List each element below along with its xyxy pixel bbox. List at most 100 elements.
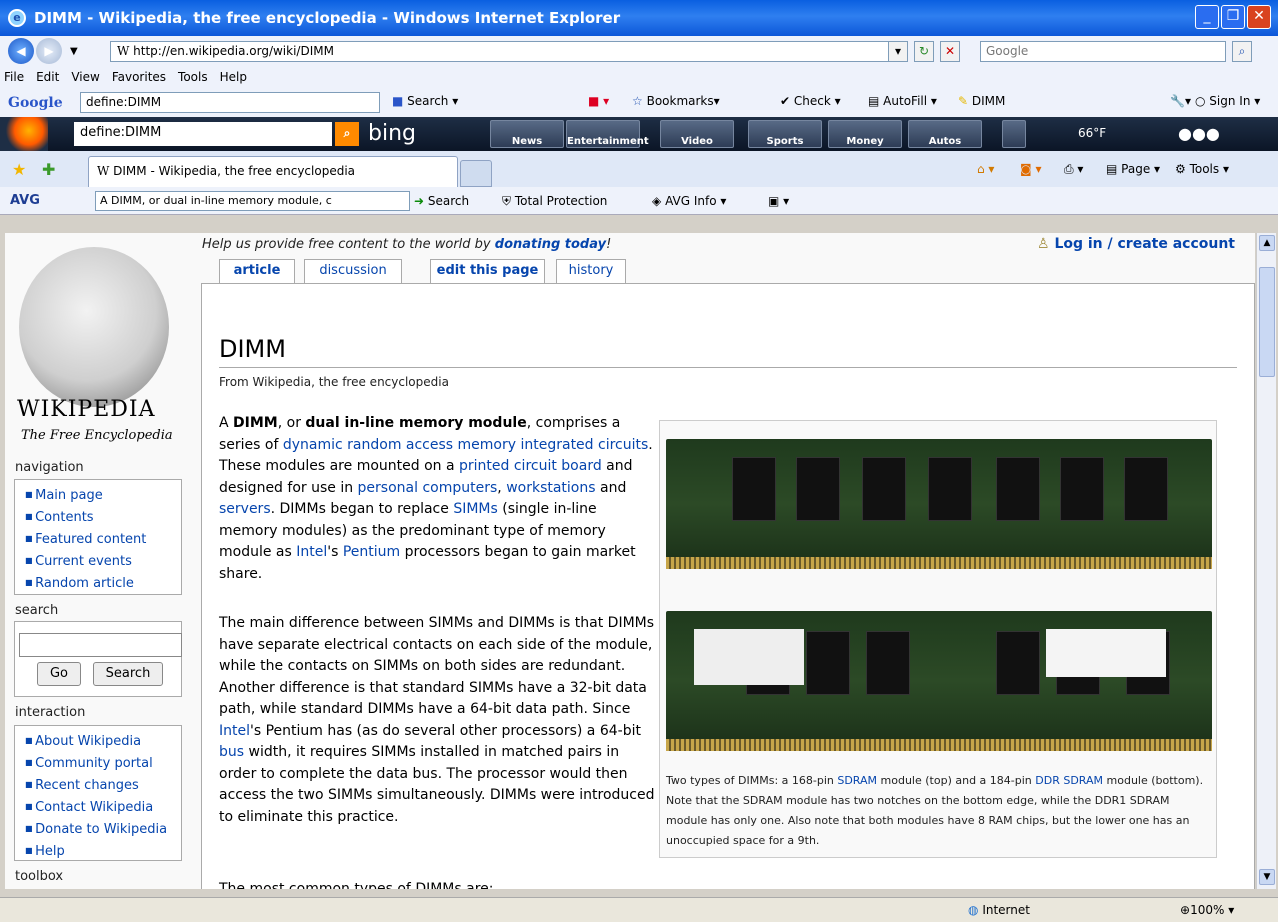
- close-button[interactable]: ✕: [1247, 5, 1271, 29]
- google-popup-icon[interactable]: ■ ▾: [588, 94, 609, 108]
- dimm-highlight-button[interactable]: ✎ DIMM: [958, 94, 1005, 108]
- refresh-icon[interactable]: ↻: [914, 41, 934, 62]
- article-inner: DIMM From Wikipedia, the free encycloped…: [201, 283, 1255, 889]
- google-logo: Google: [8, 94, 63, 111]
- google-search-input[interactable]: define:DIMM: [80, 92, 380, 113]
- menu-view[interactable]: View: [71, 70, 99, 84]
- bing-tab-video[interactable]: Video: [660, 120, 734, 148]
- maximize-button[interactable]: ❐: [1221, 5, 1245, 29]
- tab-active[interactable]: W DIMM - Wikipedia, the free encyclopedi…: [88, 156, 458, 187]
- link-sdram[interactable]: SDRAM: [837, 774, 877, 787]
- link-servers[interactable]: servers: [219, 501, 271, 517]
- bing-search-input[interactable]: define:DIMM: [74, 122, 332, 146]
- tab-article[interactable]: article: [219, 259, 295, 283]
- bing-more-icon[interactable]: [1002, 120, 1026, 148]
- nav-current-events[interactable]: Current events: [25, 550, 177, 572]
- nav-featured-content[interactable]: Featured content: [25, 528, 177, 550]
- search-box[interactable]: Google: [980, 41, 1226, 62]
- new-tab-button[interactable]: [460, 160, 492, 187]
- wikipedia-globe-logo[interactable]: [19, 247, 169, 407]
- back-button[interactable]: ◀: [8, 38, 34, 64]
- feeds-icon[interactable]: ◙ ▾: [1020, 162, 1041, 176]
- print-icon[interactable]: ⎙ ▾: [1064, 162, 1083, 177]
- total-protection-label: Total Protection: [514, 194, 608, 208]
- link-personal-computers[interactable]: personal computers: [358, 480, 498, 496]
- zone-indicator[interactable]: ◍ Internet: [968, 903, 1030, 917]
- search-button[interactable]: Search: [93, 662, 163, 686]
- scroll-up-icon[interactable]: ▲: [1259, 235, 1275, 251]
- tab-edit[interactable]: edit this page: [430, 259, 545, 283]
- recent-changes-link[interactable]: Recent changes: [25, 774, 177, 796]
- avg-search-button[interactable]: ➜ Search: [414, 194, 469, 208]
- minimize-button[interactable]: _: [1195, 5, 1219, 29]
- avg-info-button[interactable]: ◈ AVG Info ▾: [652, 194, 726, 208]
- vertical-scrollbar[interactable]: ▲ ▼: [1256, 233, 1276, 889]
- bing-search-button[interactable]: ⌕: [335, 122, 359, 146]
- about-wikipedia-link[interactable]: About Wikipedia: [25, 730, 177, 752]
- link-bus[interactable]: bus: [219, 744, 244, 760]
- nav-random-article[interactable]: Random article: [25, 572, 177, 594]
- bing-action-icons[interactable]: ●●●: [1178, 124, 1220, 143]
- link-simms[interactable]: SIMMs: [453, 501, 497, 517]
- address-input[interactable]: W http://en.wikipedia.org/wiki/DIMM: [110, 41, 900, 62]
- address-dropdown-icon[interactable]: ▾: [888, 41, 908, 62]
- wrench-icon[interactable]: 🔧▾: [1170, 94, 1191, 108]
- link-dram[interactable]: dynamic random access memory integrated …: [283, 437, 648, 453]
- avg-extra-icon[interactable]: ▣ ▾: [768, 194, 789, 208]
- tools-menu[interactable]: ⚙ Tools ▾: [1175, 162, 1229, 176]
- highlighter-icon: ✎: [958, 94, 969, 108]
- search-icon[interactable]: ⌕: [1232, 41, 1252, 62]
- ddr-module-image[interactable]: [666, 611, 1212, 751]
- community-portal-link[interactable]: Community portal: [25, 752, 177, 774]
- bing-tab-money[interactable]: Money: [828, 120, 902, 148]
- menu-favorites[interactable]: Favorites: [112, 70, 166, 84]
- menu-edit[interactable]: Edit: [36, 70, 59, 84]
- nav-main-page[interactable]: Main page: [25, 484, 177, 506]
- check-button[interactable]: ✔ Check ▾: [780, 94, 841, 108]
- link-intel[interactable]: Intel: [296, 544, 327, 560]
- link-pentium[interactable]: Pentium: [343, 544, 400, 560]
- link-workstations[interactable]: workstations: [506, 480, 595, 496]
- donate-today-link[interactable]: donating today: [495, 237, 606, 252]
- page-menu[interactable]: ▤ Page ▾: [1106, 162, 1160, 176]
- scroll-thumb[interactable]: [1259, 267, 1275, 377]
- add-favorites-icon[interactable]: ✚: [42, 160, 55, 179]
- history-dropdown-icon[interactable]: ▼: [70, 46, 78, 57]
- menu-tools[interactable]: Tools: [178, 70, 208, 84]
- bing-tab-news[interactable]: News: [490, 120, 564, 148]
- favorites-star-icon[interactable]: ★: [12, 160, 26, 179]
- help-link[interactable]: Help: [25, 840, 177, 862]
- bing-tab-entertainment[interactable]: Entertainment: [566, 120, 649, 148]
- login-link[interactable]: ♙ Log in / create account: [1037, 236, 1235, 252]
- wiki-search-input[interactable]: [19, 633, 182, 657]
- link-pcb[interactable]: printed circuit board: [459, 458, 602, 474]
- home-icon[interactable]: ⌂ ▾: [977, 162, 994, 176]
- sign-in-button[interactable]: ○ Sign In ▾: [1195, 94, 1260, 108]
- nav-contents[interactable]: Contents: [25, 506, 177, 528]
- forward-button[interactable]: ▶: [36, 38, 62, 64]
- autofill-button[interactable]: ▤ AutoFill ▾: [868, 94, 937, 108]
- menu-help[interactable]: Help: [220, 70, 247, 84]
- zoom-control[interactable]: ⊕100% ▾: [1180, 903, 1234, 917]
- search-heading: search: [15, 603, 59, 618]
- stop-icon[interactable]: ✕: [940, 41, 960, 62]
- tab-discussion[interactable]: discussion: [304, 259, 402, 283]
- google-search-button[interactable]: ■ Search ▾: [392, 94, 458, 108]
- avg-search-input[interactable]: A DIMM, or dual in-line memory module, c: [95, 191, 410, 211]
- weather-temp[interactable]: 66°F: [1078, 126, 1106, 140]
- info-icon: ◈: [652, 194, 662, 208]
- bing-tab-autos[interactable]: Autos: [908, 120, 982, 148]
- scroll-down-icon[interactable]: ▼: [1259, 869, 1275, 885]
- contact-wikipedia-link[interactable]: Contact Wikipedia: [25, 796, 177, 818]
- dimm-figure: Two types of DIMMs: a 168-pin SDRAM modu…: [659, 420, 1217, 858]
- donate-link[interactable]: Donate to Wikipedia: [25, 818, 177, 840]
- link-intel-2[interactable]: Intel: [219, 723, 250, 739]
- go-button[interactable]: Go: [37, 662, 81, 686]
- bing-tab-sports[interactable]: Sports: [748, 120, 822, 148]
- sdram-module-image[interactable]: [666, 439, 1212, 569]
- total-protection-button[interactable]: ⛨ Total Protection: [502, 194, 607, 209]
- link-ddr-sdram[interactable]: DDR SDRAM: [1035, 774, 1103, 787]
- menu-file[interactable]: File: [4, 70, 24, 84]
- tab-history[interactable]: history: [556, 259, 626, 283]
- bookmarks-button[interactable]: ☆ Bookmarks▾: [632, 94, 720, 108]
